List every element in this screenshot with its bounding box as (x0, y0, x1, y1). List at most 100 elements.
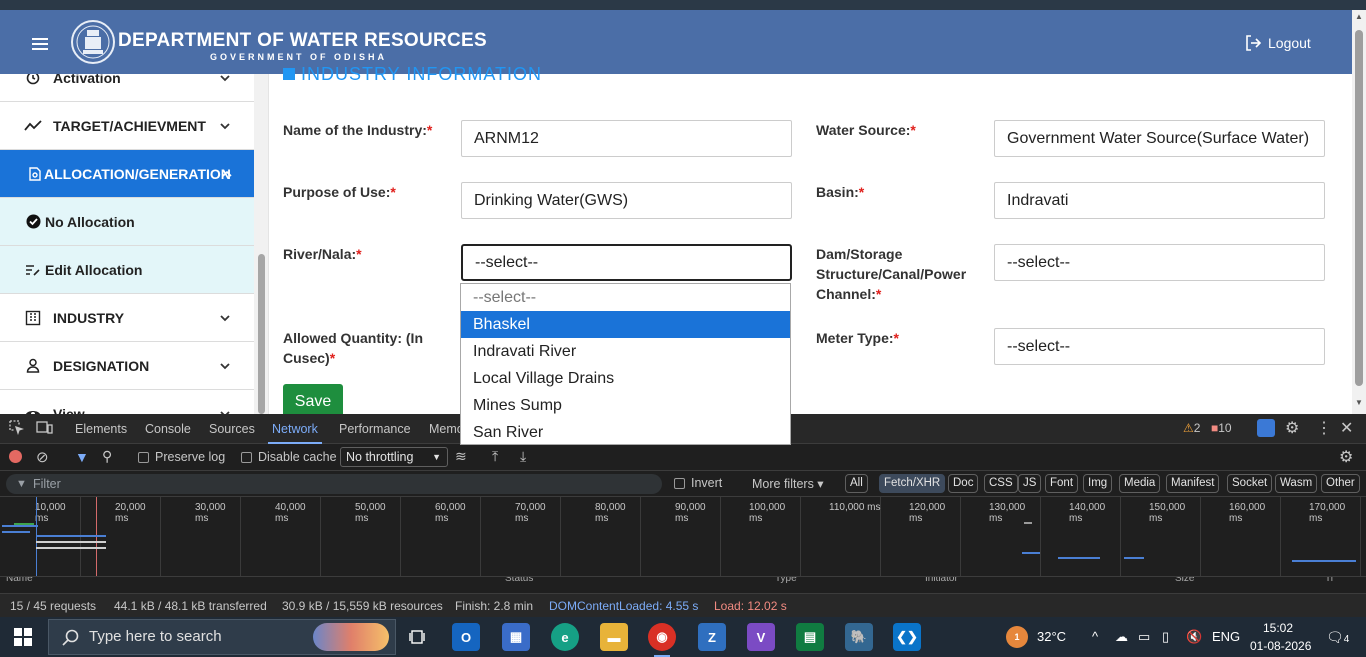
notifications-icon[interactable]: 🗨4 (1326, 617, 1349, 657)
volume-muted-icon[interactable]: 🔇 (1186, 617, 1202, 657)
chip-doc[interactable]: Doc (948, 474, 979, 493)
weather-icon[interactable]: 1 (1006, 626, 1028, 648)
record-stop-icon[interactable] (9, 450, 22, 463)
more-filters-dropdown[interactable]: More filters ▾ (752, 476, 824, 491)
page-scrollbar[interactable]: ▲ ▼ (1352, 10, 1366, 414)
chip-socket[interactable]: Socket (1227, 474, 1273, 493)
upload-icon[interactable]: ⤒ (492, 448, 498, 465)
task-view-icon[interactable] (404, 623, 432, 651)
edge-app-icon[interactable]: e (551, 623, 579, 651)
sidebar-scrollbar[interactable] (254, 74, 268, 414)
network-icon[interactable]: ▯ (1162, 617, 1169, 657)
chip-fetch-xhr[interactable]: Fetch/XHR (879, 474, 946, 493)
inspect-icon[interactable] (9, 420, 25, 438)
basin-field[interactable]: Indravati (994, 182, 1325, 219)
outlook-app-icon[interactable]: O (452, 623, 480, 651)
filter-funnel-icon[interactable]: ▼ (75, 449, 89, 465)
chip-other[interactable]: Other (1321, 474, 1360, 493)
close-icon[interactable]: ✕ (1340, 418, 1353, 438)
page-scrollbar-thumb[interactable] (1355, 30, 1363, 386)
purpose-field[interactable]: Drinking Water(GWS) (461, 182, 792, 219)
network-timeline[interactable]: 10,000 ms 20,000 ms 30,000 ms 40,000 ms … (0, 496, 1366, 577)
postgres-icon[interactable]: 🐘 (845, 623, 873, 651)
settings-gear-icon[interactable]: ⚙ (1285, 418, 1299, 438)
dropdown-option-selected[interactable]: Bhaskel (461, 311, 790, 338)
visual-studio-icon[interactable]: V (747, 623, 775, 651)
dam-select[interactable]: --select-- (994, 244, 1325, 281)
dropdown-option[interactable]: San River (461, 419, 790, 446)
tab-performance[interactable]: Performance (339, 422, 411, 436)
sidebar-item-no-allocation[interactable]: No Allocation (0, 198, 254, 246)
tab-network[interactable]: Network (268, 422, 322, 444)
disable-cache-checkbox[interactable]: Disable cache (241, 450, 337, 464)
chip-manifest[interactable]: Manifest (1166, 474, 1220, 493)
download-icon[interactable]: ⤓ (520, 448, 526, 465)
column-name[interactable]: Name (6, 577, 33, 584)
transferred-size: 44.1 kB / 48.1 kB transferred (114, 599, 267, 613)
errors-badge[interactable]: ■10 (1211, 421, 1232, 435)
tab-console[interactable]: Console (145, 422, 191, 436)
dropdown-option[interactable]: Local Village Drains (461, 365, 790, 392)
network-settings-gear-icon[interactable]: ⚙ (1339, 447, 1353, 467)
column-type[interactable]: Type (775, 577, 797, 584)
file-explorer-icon[interactable]: ▬ (600, 623, 628, 651)
river-select[interactable]: --select-- (461, 244, 792, 281)
sidebar-item-designation[interactable]: DESIGNATION (0, 342, 254, 390)
column-initiator[interactable]: Initiator (925, 577, 958, 584)
tab-elements[interactable]: Elements (75, 422, 127, 436)
windows-start-icon[interactable] (14, 628, 32, 646)
ai-assist-icon[interactable] (1257, 419, 1275, 437)
chrome-app-icon[interactable]: ◉ (648, 623, 676, 651)
sidebar-item-activation[interactable]: Activation (0, 74, 254, 102)
invert-checkbox[interactable]: Invert (674, 476, 722, 490)
app-icon[interactable]: Z (698, 623, 726, 651)
industry-name-field[interactable]: ARNM12 (461, 120, 792, 157)
chip-font[interactable]: Font (1045, 474, 1079, 493)
water-source-field[interactable]: Government Water Source(Surface Water) (994, 120, 1325, 157)
device-toolbar-icon[interactable] (36, 420, 53, 438)
sidebar-item-view[interactable]: View (0, 390, 254, 414)
dropdown-option[interactable]: Indravati River (461, 338, 790, 365)
scroll-up-icon[interactable]: ▲ (1355, 12, 1363, 21)
chip-img[interactable]: Img (1083, 474, 1113, 493)
taskbar-search-box[interactable]: Type here to search (48, 619, 396, 655)
tab-sources[interactable]: Sources (209, 422, 255, 436)
meter-type-select[interactable]: --select-- (994, 328, 1325, 365)
throttling-select[interactable]: No throttling ▼ (340, 447, 448, 467)
chip-all[interactable]: All (845, 474, 868, 493)
preserve-log-checkbox[interactable]: Preserve log (138, 450, 225, 464)
kebab-menu-icon[interactable]: ⋮ (1316, 418, 1332, 438)
sidebar-scrollbar-thumb[interactable] (258, 254, 265, 414)
dropdown-option[interactable]: Mines Sump (461, 392, 790, 419)
chip-wasm[interactable]: Wasm (1275, 474, 1318, 493)
search-icon[interactable]: ⚲ (102, 448, 112, 465)
column-time[interactable]: Ti (1325, 577, 1333, 584)
clear-icon[interactable]: ⊘ (36, 448, 49, 466)
warnings-badge[interactable]: ⚠2 (1183, 421, 1200, 435)
chip-media[interactable]: Media (1119, 474, 1161, 493)
clock-date[interactable]: 01-08-2026 (1250, 626, 1311, 657)
sidebar-item-edit-allocation[interactable]: Edit Allocation (0, 246, 254, 294)
chip-css[interactable]: CSS (984, 474, 1018, 493)
excel-like-app-icon[interactable]: ▤ (796, 623, 824, 651)
tab-memory[interactable]: Memo (429, 422, 464, 436)
menu-icon[interactable] (32, 38, 48, 50)
vscode-icon[interactable]: ❮❯ (893, 623, 921, 651)
scroll-down-icon[interactable]: ▼ (1355, 398, 1363, 407)
sidebar-item-industry[interactable]: INDUSTRY (0, 294, 254, 342)
network-conditions-icon[interactable]: ≋ (455, 448, 467, 465)
column-status[interactable]: Status (505, 577, 533, 584)
filter-input[interactable]: ▼ Filter (6, 474, 662, 494)
sidebar-item-target[interactable]: TARGET/ACHIEVMENT (0, 102, 254, 150)
language-indicator[interactable]: ENG (1212, 617, 1240, 657)
onedrive-icon[interactable]: ☁ (1115, 617, 1128, 657)
weather-temp[interactable]: 32°C (1037, 617, 1066, 657)
logout-button[interactable]: Logout (1244, 34, 1311, 52)
chevron-up-icon[interactable]: ^ (1092, 617, 1098, 657)
column-size[interactable]: Size (1175, 577, 1194, 584)
battery-icon[interactable]: ▭ (1138, 617, 1150, 657)
store-app-icon[interactable]: ▦ (502, 623, 530, 651)
chip-js[interactable]: JS (1018, 474, 1042, 493)
dropdown-option[interactable]: --select-- (461, 284, 790, 311)
sidebar-item-allocation[interactable]: ALLOCATION/GENERATION (0, 150, 254, 198)
